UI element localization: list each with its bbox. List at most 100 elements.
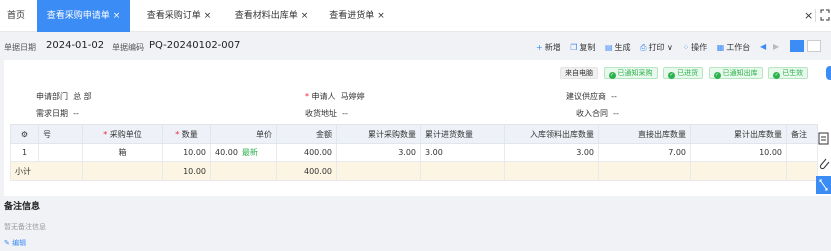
workbench-button[interactable]: ▦ 工作台 bbox=[717, 43, 751, 52]
edit-icon: ✎ bbox=[4, 239, 13, 247]
required-mark: * bbox=[305, 92, 309, 101]
status-badge: ✓ 已通知出库 bbox=[708, 67, 763, 79]
cell-empty bbox=[598, 161, 691, 181]
cell-empty bbox=[38, 143, 83, 162]
table-row[interactable]: 1 箱 10.00 40.00 最新 400.00 3.00 3.00 3.00 … bbox=[10, 143, 818, 162]
cell-empty bbox=[504, 161, 599, 181]
tab-label: 查看采购订单 bbox=[146, 11, 201, 21]
contract-value: -- bbox=[613, 109, 619, 118]
list-view-icon[interactable] bbox=[790, 40, 804, 52]
date-label: 单据日期 bbox=[4, 43, 36, 52]
supplier-value: -- bbox=[611, 92, 617, 101]
cell-no: 1 bbox=[10, 143, 39, 162]
plus-icon: + bbox=[536, 43, 543, 52]
subtotal-qty: 10.00 bbox=[162, 161, 211, 181]
badge-label: 已通知出库 bbox=[722, 69, 758, 77]
cell-inbound-out: 3.00 bbox=[504, 143, 599, 162]
fullscreen-icon[interactable] bbox=[820, 9, 830, 21]
address-field: 收货地址 -- bbox=[305, 108, 348, 119]
side-handle[interactable] bbox=[826, 66, 831, 80]
cell-qty[interactable]: 10.00 bbox=[162, 143, 211, 162]
status-badge: ✓ 已通知采购 bbox=[603, 67, 658, 79]
edit-label: 编辑 bbox=[12, 239, 27, 247]
cell-unit[interactable]: 箱 bbox=[82, 143, 163, 162]
generate-button[interactable]: ▤ 生成 bbox=[605, 43, 631, 52]
tab-purchase-request[interactable]: 查看采购申请单 × bbox=[37, 0, 130, 32]
subtotal-amount: 400.00 bbox=[276, 161, 337, 181]
operate-label: 操作 bbox=[691, 43, 708, 52]
close-icon[interactable]: × bbox=[204, 11, 212, 21]
col-header-unit: * 采购单位 bbox=[82, 124, 163, 144]
document-header: 单据日期 2024-01-02 单据编码 PQ-20240102-007 + 新增… bbox=[0, 34, 831, 60]
cell-price[interactable]: 40.00 最新 bbox=[210, 143, 277, 162]
chevron-down-icon: ∨ bbox=[667, 43, 673, 52]
code-label: 单据编码 bbox=[112, 43, 144, 52]
col-header-remark: 备注 bbox=[786, 124, 818, 144]
subtotal-row: 小计 10.00 400.00 bbox=[10, 161, 818, 181]
address-label: 收货地址 bbox=[305, 109, 337, 118]
remark-empty-text: 暂无备注信息 bbox=[4, 223, 46, 231]
cell-empty bbox=[420, 161, 505, 181]
next-record-icon[interactable]: ▶ bbox=[773, 42, 779, 51]
tab-label: 查看采购申请单 bbox=[46, 11, 110, 21]
cell-purchased: 3.00 bbox=[336, 143, 421, 162]
print-button[interactable]: ⎙ 打印 ∨ bbox=[640, 43, 673, 52]
tab-stock-in[interactable]: 查看进货单 × bbox=[323, 0, 391, 32]
date-value: 2024-01-02 bbox=[46, 40, 105, 51]
col-header-out-total: 累计出库数量 bbox=[690, 124, 787, 144]
tab-purchase-order[interactable]: 查看采购订单 × bbox=[140, 0, 218, 32]
status-badge: ✓ 已生效 bbox=[768, 67, 809, 79]
attachment-icon[interactable] bbox=[816, 155, 831, 173]
tab-material-outbound[interactable]: 查看材料出库单 × bbox=[226, 0, 317, 32]
badge-label: 已生效 bbox=[782, 69, 804, 77]
applicant-label: 申请人 bbox=[311, 92, 336, 101]
status-badges: 来自电脑 ✓ 已通知采购 ✓ 已进货 ✓ 已通知出库 ✓ 已生效 bbox=[560, 67, 811, 79]
status-badge: ✓ 已进货 bbox=[663, 67, 704, 79]
expand-icon[interactable] bbox=[816, 176, 831, 194]
cell-stocked: 3.00 bbox=[420, 143, 505, 162]
tab-bar: 首页 查看采购申请单 × 查看采购订单 × 查看材料出库单 × 查看进货单 × × bbox=[0, 0, 831, 32]
remark-title: 备注信息 bbox=[4, 202, 41, 212]
cell-empty bbox=[210, 161, 277, 181]
need-date-value: -- bbox=[73, 109, 79, 118]
tab-home[interactable]: 首页 bbox=[0, 0, 32, 32]
cell-remark[interactable] bbox=[786, 143, 818, 162]
operate-button[interactable]: ⁘ 操作 bbox=[682, 43, 707, 52]
toolbar: + 新增 ❐ 复制 ▤ 生成 ⎙ 打印 ∨ ⁘ 操作 ▦ 工作台 bbox=[536, 42, 757, 54]
badge-label: 已通知采购 bbox=[617, 69, 653, 77]
close-icon[interactable]: × bbox=[301, 11, 309, 21]
edit-remark-button[interactable]: ✎ 编辑 bbox=[4, 238, 26, 248]
prev-record-icon[interactable]: ◀ bbox=[760, 42, 766, 51]
add-button[interactable]: + 新增 bbox=[536, 43, 561, 52]
badge-label: 已进货 bbox=[677, 69, 699, 77]
check-icon: ✓ bbox=[608, 72, 616, 79]
applicant-value: 马婷婷 bbox=[340, 92, 365, 101]
table-settings-icon[interactable]: ⚙ bbox=[10, 124, 39, 144]
cell-amount: 400.00 bbox=[276, 143, 337, 162]
document-icon[interactable] bbox=[816, 130, 831, 148]
address-value: -- bbox=[342, 109, 348, 118]
detail-table: ⚙ 号 * 采购单位 * 数量 单价 金额 累计采购数量 累计进货数量 入库领料… bbox=[10, 124, 818, 181]
tab-label: 查看材料出库单 bbox=[234, 11, 298, 21]
need-date-label: 需求日期 bbox=[36, 109, 68, 118]
copy-button[interactable]: ❐ 复制 bbox=[570, 43, 595, 52]
col-header-inbound-out: 入库领料出库数量 bbox=[504, 124, 599, 144]
divider bbox=[815, 9, 816, 22]
operate-icon: ⁘ bbox=[682, 43, 690, 52]
add-label: 新增 bbox=[544, 43, 561, 52]
cell-empty bbox=[336, 161, 421, 181]
contract-field: 收入合同 -- bbox=[576, 108, 619, 119]
close-all-icon[interactable]: × bbox=[804, 0, 813, 32]
cell-empty bbox=[82, 161, 163, 181]
generate-icon: ▤ bbox=[604, 43, 613, 52]
workbench-icon: ▦ bbox=[716, 43, 725, 52]
check-icon: ✓ bbox=[668, 72, 676, 79]
col-header-direct: 直接出库数量 bbox=[598, 124, 691, 144]
close-icon[interactable]: × bbox=[113, 11, 121, 21]
workbench-label: 工作台 bbox=[726, 43, 751, 52]
close-icon[interactable]: × bbox=[377, 11, 385, 21]
dept-label: 申请部门 bbox=[36, 92, 68, 101]
dept-value: 总 部 bbox=[73, 92, 92, 101]
cell-empty bbox=[786, 161, 818, 181]
grid-view-icon[interactable] bbox=[807, 40, 821, 52]
